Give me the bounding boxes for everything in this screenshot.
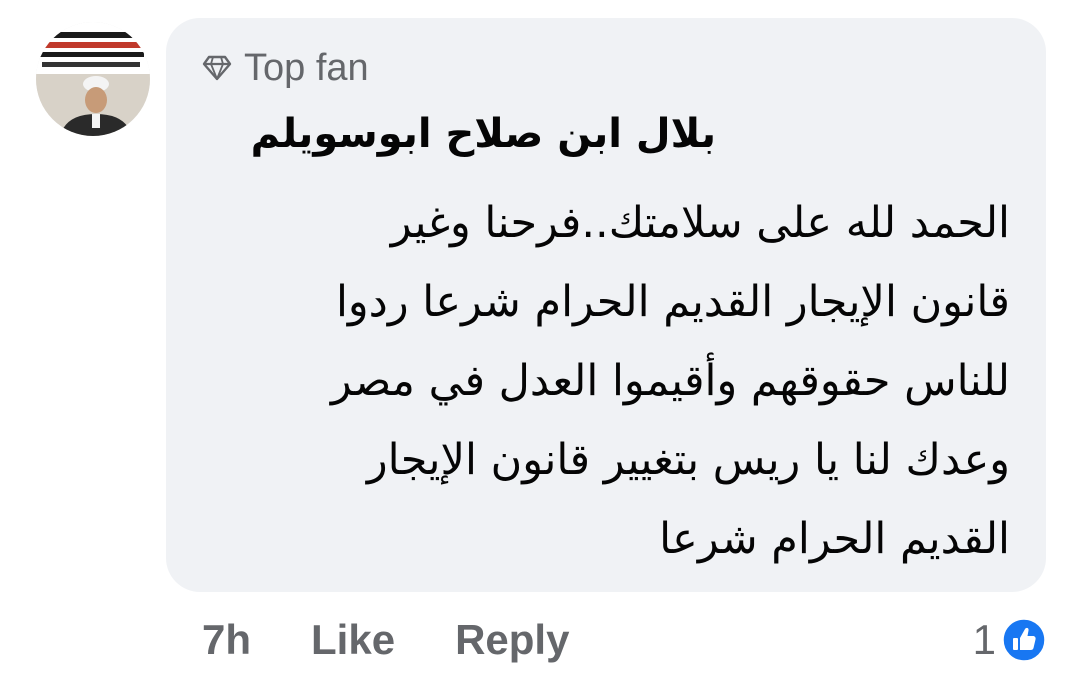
like-reaction-icon [1002,618,1046,662]
comment-line: الحمد لله على سلامتك..فرحنا وغير [390,198,1010,248]
comment-line: للناس حقوقهم وأقيموا العدل في مصر [330,356,1010,406]
badge-label: Top fan [244,47,369,89]
author-name[interactable]: بلال ابن صلاح ابوسويلم [251,106,716,162]
timestamp[interactable]: 7h [202,612,251,668]
comment-actions: 7h Like Reply [202,612,569,668]
comment-line: القديم الحرام شرعا [659,514,1010,564]
comment-line: قانون الإيجار القديم الحرام شرعا ردوا [335,277,1010,327]
comment-screen: Top fan بلال ابن صلاح ابوسويلم الحمد لله… [0,0,1080,700]
top-fan-badge[interactable]: Top fan [202,44,369,92]
comment-line: وعدك لنا يا ريس بتغيير قانون الإيجار [366,435,1010,485]
comment-text: الحمد لله على سلامتك..فرحنا وغير قانون ا… [200,184,1010,579]
like-button[interactable]: Like [311,612,395,668]
diamond-icon [202,55,232,81]
reply-button[interactable]: Reply [455,612,569,668]
comment-bubble: Top fan بلال ابن صلاح ابوسويلم الحمد لله… [166,18,1046,592]
reaction-summary[interactable]: 1 [973,612,1046,668]
reaction-count: 1 [972,616,996,663]
avatar[interactable] [36,22,150,136]
